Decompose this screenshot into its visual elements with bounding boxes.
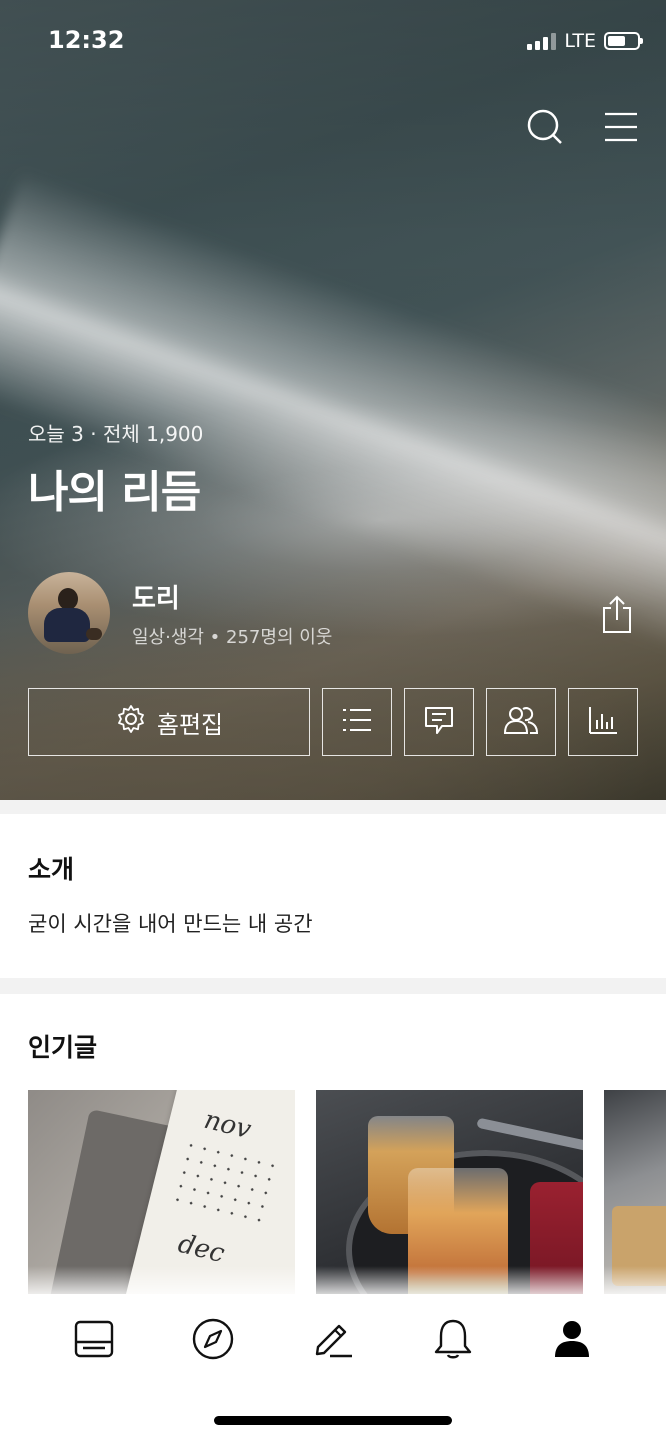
comment-icon	[424, 705, 454, 739]
bell-icon[interactable]	[421, 1316, 485, 1362]
menu-icon[interactable]	[602, 108, 640, 146]
stats-chart-icon	[588, 706, 618, 738]
blog-title: 나의 리듬	[28, 467, 201, 518]
signal-icon	[527, 32, 557, 50]
visitor-stats: 오늘 3 · 전체 1,900	[28, 422, 204, 446]
avatar[interactable]	[28, 572, 110, 654]
bottom-tab-bar	[0, 1294, 666, 1440]
profile-icon[interactable]	[540, 1316, 604, 1362]
network-label: LTE	[564, 30, 596, 52]
neighbors-button[interactable]	[486, 688, 556, 756]
owner-meta: 일상·생각 • 257명의 이웃	[132, 626, 333, 648]
list-icon	[342, 707, 372, 737]
statistics-button[interactable]	[568, 688, 638, 756]
blog-cover: 12:32 LTE 오늘 3 · 전체 1,900 나의 리듬 도리 일상·생각…	[0, 0, 666, 800]
blog-owner[interactable]: 도리 일상·생각 • 257명의 이웃	[28, 572, 332, 654]
gear-icon	[115, 703, 147, 741]
edit-home-button[interactable]: 홈편집	[28, 688, 310, 756]
popular-title: 인기글	[28, 1033, 98, 1062]
status-time: 12:32	[48, 26, 125, 54]
share-icon[interactable]	[600, 594, 634, 634]
feed-icon[interactable]	[62, 1316, 126, 1362]
intro-section: 소개 굳이 시간을 내어 만드는 내 공간	[0, 814, 666, 978]
post-list-button[interactable]	[322, 688, 392, 756]
guestbook-button[interactable]	[404, 688, 474, 756]
compass-icon[interactable]	[181, 1316, 245, 1362]
status-bar: 12:32 LTE	[0, 0, 666, 80]
owner-name[interactable]: 도리	[132, 578, 332, 615]
blog-action-bar: 홈편집	[28, 688, 638, 756]
intro-title: 소개	[28, 855, 75, 884]
write-icon[interactable]	[301, 1316, 365, 1362]
neighbors-icon	[503, 705, 539, 739]
search-icon[interactable]	[526, 108, 564, 146]
intro-text: 굳이 시간을 내어 만드는 내 공간	[28, 912, 313, 936]
edit-home-label: 홈편집	[156, 710, 224, 739]
battery-icon	[604, 32, 643, 50]
home-indicator	[214, 1416, 452, 1425]
